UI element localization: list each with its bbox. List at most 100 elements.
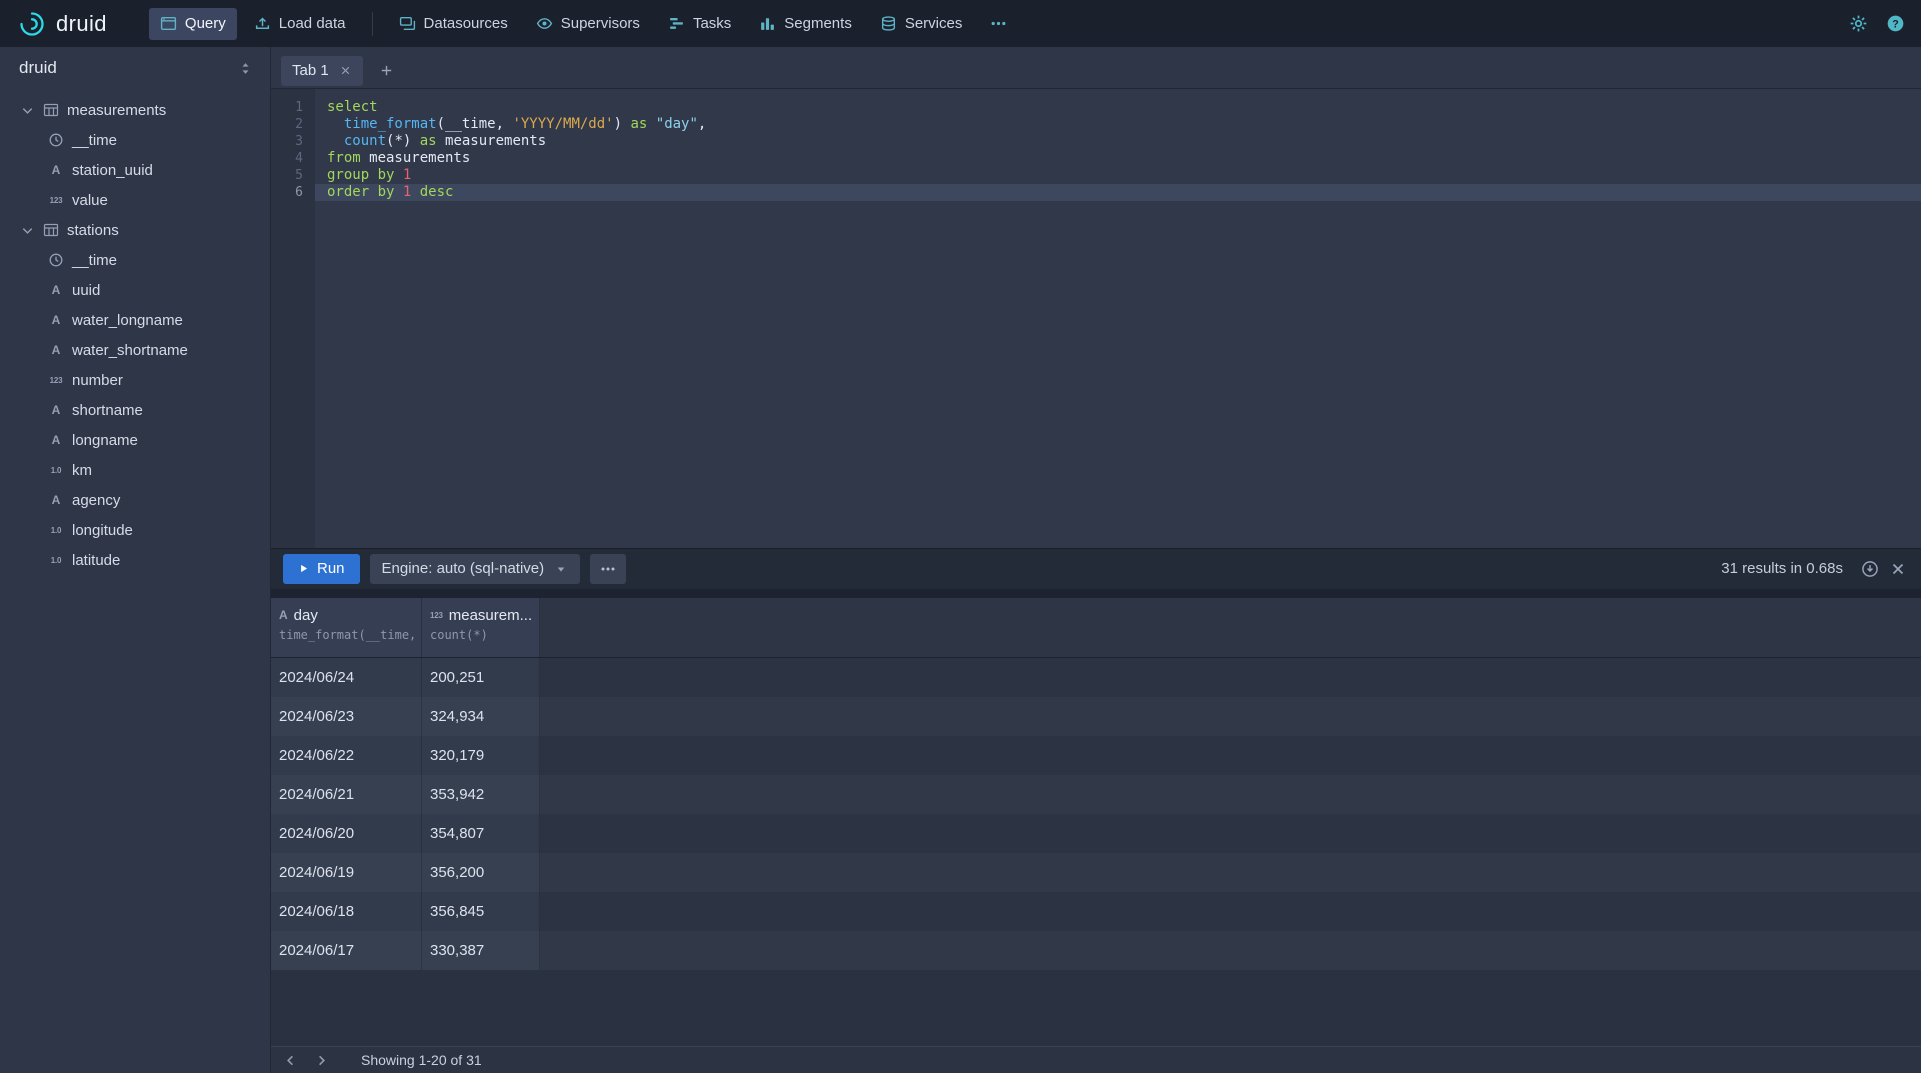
top-navigation-bar: druid QueryLoad data Datasources Superviso… <box>0 0 1921 47</box>
tree-item-latitude[interactable]: 1.0latitude <box>0 545 270 575</box>
cell[interactable]: 353,942 <box>422 775 540 814</box>
query-tab-strip: Tab 1 <box>271 47 1921 89</box>
cell[interactable]: 2024/06/21 <box>271 775 422 814</box>
string-glyph: A <box>52 493 61 507</box>
tab-tab-1[interactable]: Tab 1 <box>281 56 363 86</box>
clock-icon <box>47 252 65 268</box>
nav-divider <box>372 12 373 36</box>
table-row: 2024/06/23324,934 <box>271 697 1921 736</box>
tree-item-label: value <box>72 192 108 209</box>
schema-sidebar: druid measurements__timeAstation_uuid123… <box>0 47 271 1073</box>
nav-item-segments[interactable]: Segments <box>748 8 863 40</box>
nav-item-datasources[interactable]: Datasources <box>388 8 519 40</box>
table-row: 2024/06/22320,179 <box>271 736 1921 775</box>
code-text: time_format(__time, 'YYYY/MM/dd') as "da… <box>315 116 1921 133</box>
help-icon[interactable]: ? <box>1886 14 1905 33</box>
results-table-header: Adaytime_format(__time, …123measurem...c… <box>271 598 1921 658</box>
string-glyph: A <box>52 343 61 357</box>
tree-item-station-uuid[interactable]: Astation_uuid <box>0 155 270 185</box>
table-row: 2024/06/21353,942 <box>271 775 1921 814</box>
string-glyph: A <box>52 283 61 297</box>
tree-item-water-shortname[interactable]: Awater_shortname <box>0 335 270 365</box>
column-header-measurem[interactable]: 123measurem...count(*) <box>422 598 540 657</box>
number-type-icon: 123 <box>430 611 443 620</box>
cell[interactable]: 2024/06/19 <box>271 853 422 892</box>
nav-item-load-data[interactable]: Load data <box>243 8 357 40</box>
column-header-day[interactable]: Adaytime_format(__time, … <box>271 598 422 657</box>
tree-item-value[interactable]: 123value <box>0 185 270 215</box>
nav-item-label: Supervisors <box>561 15 640 32</box>
settings-gear-icon[interactable] <box>1849 14 1868 33</box>
query-more-button[interactable] <box>590 554 626 584</box>
nav-item-tasks[interactable]: Tasks <box>657 8 742 40</box>
cell[interactable]: 356,200 <box>422 853 540 892</box>
row-filler <box>540 658 1921 697</box>
add-tab-button[interactable] <box>379 63 394 78</box>
close-results-icon[interactable] <box>1889 560 1907 578</box>
cell[interactable]: 2024/06/17 <box>271 931 422 970</box>
cell[interactable]: 2024/06/20 <box>271 814 422 853</box>
download-results-icon[interactable] <box>1861 560 1879 578</box>
tree-item-water-longname[interactable]: Awater_longname <box>0 305 270 335</box>
line-number: 2 <box>271 116 315 133</box>
line-number: 3 <box>271 133 315 150</box>
string-glyph: A <box>52 163 61 177</box>
tree-item-stations[interactable]: stations <box>0 215 270 245</box>
tree-item-label: km <box>72 462 92 479</box>
chevron-down-icon[interactable] <box>20 223 35 238</box>
tree-item-label: agency <box>72 492 120 509</box>
cell[interactable]: 356,845 <box>422 892 540 931</box>
clock-icon <box>47 132 65 148</box>
string-type-icon: A <box>47 403 65 417</box>
engine-select[interactable]: Engine: auto (sql-native) <box>370 554 581 584</box>
engine-select-label: Engine: auto (sql-native) <box>382 560 545 577</box>
cell[interactable]: 200,251 <box>422 658 540 697</box>
tree-item-time[interactable]: __time <box>0 245 270 275</box>
cell[interactable]: 320,179 <box>422 736 540 775</box>
nav-item-supervisors[interactable]: Supervisors <box>525 8 651 40</box>
tree-item-agency[interactable]: Aagency <box>0 485 270 515</box>
tree-item-number[interactable]: 123number <box>0 365 270 395</box>
next-page-icon[interactable] <box>314 1053 329 1068</box>
prev-page-icon[interactable] <box>283 1053 298 1068</box>
tree-item-km[interactable]: 1.0km <box>0 455 270 485</box>
row-filler <box>540 892 1921 931</box>
tab-close-icon[interactable] <box>339 64 352 77</box>
sql-editor[interactable]: 1select2 time_format(__time, 'YYYY/MM/dd… <box>271 89 1921 548</box>
nav-item-query[interactable]: Query <box>149 8 237 40</box>
line-number: 5 <box>271 167 315 184</box>
tree-item-measurements[interactable]: measurements <box>0 95 270 125</box>
nav-more-button[interactable] <box>979 8 1018 40</box>
code-line: 1select <box>271 99 1921 116</box>
chevron-down-icon[interactable] <box>20 103 35 118</box>
tree-item-label: uuid <box>72 282 100 299</box>
row-filler <box>540 736 1921 775</box>
cell[interactable]: 2024/06/22 <box>271 736 422 775</box>
cell[interactable]: 330,387 <box>422 931 540 970</box>
query-main: Tab 1 1select2 time_format(__time, 'YYYY… <box>271 47 1921 1073</box>
column-name: 123measurem... <box>430 607 539 624</box>
code-line: 2 time_format(__time, 'YYYY/MM/dd') as "… <box>271 116 1921 133</box>
table-row: 2024/06/17330,387 <box>271 931 1921 970</box>
cell[interactable]: 324,934 <box>422 697 540 736</box>
pagination-bar: Showing 1-20 of 31 <box>271 1046 1921 1073</box>
cell[interactable]: 2024/06/23 <box>271 697 422 736</box>
tree-item-time[interactable]: __time <box>0 125 270 155</box>
druid-logo[interactable]: druid <box>18 10 107 38</box>
cell[interactable]: 354,807 <box>422 814 540 853</box>
tree-item-longitude[interactable]: 1.0longitude <box>0 515 270 545</box>
tree-item-shortname[interactable]: Ashortname <box>0 395 270 425</box>
run-button[interactable]: Run <box>283 554 360 584</box>
double-caret-vertical-icon[interactable] <box>238 61 253 76</box>
pagination-label: Showing 1-20 of 31 <box>361 1052 482 1068</box>
column-name-text: day <box>294 607 318 624</box>
topbar-actions: ? <box>1849 14 1905 33</box>
tree-item-label: station_uuid <box>72 162 153 179</box>
float-glyph: 1.0 <box>51 526 62 535</box>
panel-resize-divider[interactable] <box>271 589 1921 598</box>
tree-item-longname[interactable]: Alongname <box>0 425 270 455</box>
cell[interactable]: 2024/06/24 <box>271 658 422 697</box>
cell[interactable]: 2024/06/18 <box>271 892 422 931</box>
nav-item-services[interactable]: Services <box>869 8 974 40</box>
tree-item-uuid[interactable]: Auuid <box>0 275 270 305</box>
